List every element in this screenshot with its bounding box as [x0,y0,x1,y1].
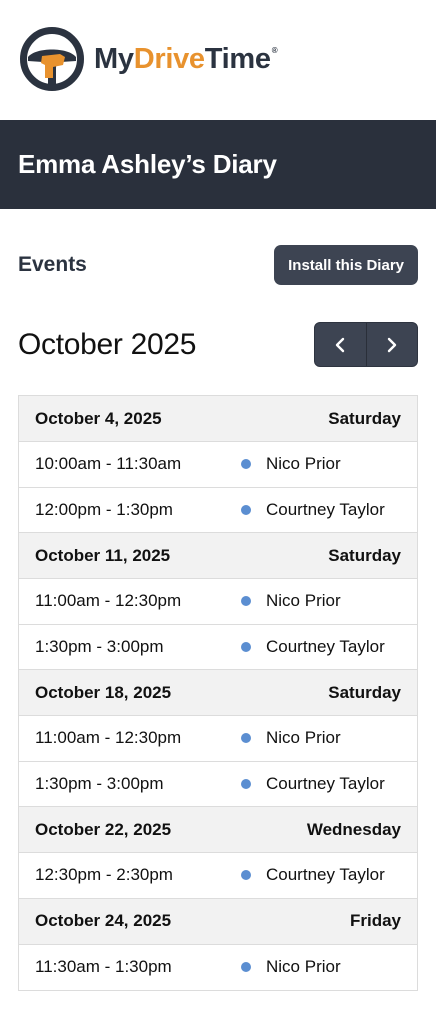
event-instructor: Nico Prior [266,591,341,611]
day-weekday: Saturday [328,682,401,702]
logo-bar: My Drive Time ® [0,0,436,120]
events-heading: Events [18,253,87,276]
day-header: October 24, 2025 Friday [19,898,417,945]
event-time: 11:00am - 12:30pm [35,728,182,748]
install-diary-button[interactable]: Install this Diary [274,245,418,285]
event-time: 12:00pm - 1:30pm [35,499,173,519]
prev-month-button[interactable] [315,323,366,366]
event-row[interactable]: 11:00am - 12:30pm Nico Prior [19,716,417,762]
month-nav-buttons [314,322,418,367]
event-time: 1:30pm - 3:00pm [35,636,164,656]
event-time: 11:30am - 1:30pm [35,957,172,977]
event-instructor: Courtney Taylor [266,636,385,656]
event-row[interactable]: 11:00am - 12:30pm Nico Prior [19,579,417,625]
event-row[interactable]: 1:30pm - 3:00pm Courtney Taylor [19,761,417,807]
registered-mark: ® [271,45,278,55]
event-row[interactable]: 1:30pm - 3:00pm Courtney Taylor [19,624,417,670]
day-date: October 18, 2025 [35,682,172,702]
chevron-right-icon [387,337,396,352]
day-date: October 24, 2025 [35,911,172,930]
day-date: October 4, 2025 [35,408,162,428]
event-time: 1:30pm - 3:00pm [35,773,164,793]
event-dot-icon [241,504,251,515]
event-time: 10:00am - 11:30am [35,454,182,474]
brand-name: My Drive Time ® [94,42,278,75]
day-header: October 18, 2025 Saturday [19,670,417,716]
event-time: 11:00am - 12:30pm [35,591,182,611]
day-header: October 22, 2025 Wednesday [19,807,417,853]
month-navigation: October 2025 [18,322,418,367]
day-weekday: Saturday [328,408,401,428]
month-title: October 2025 [18,327,197,361]
brand-name-my: My [94,42,134,75]
day-header: October 4, 2025 Saturday [19,396,417,442]
event-instructor: Nico Prior [266,957,341,977]
chevron-left-icon [336,337,345,352]
day-weekday: Wednesday [306,819,401,839]
event-row[interactable]: 12:30pm - 2:30pm Courtney Taylor [19,853,417,899]
diary-title-bar: Emma Ashley’s Diary [0,120,436,209]
next-month-button[interactable] [365,323,418,366]
event-dot-icon [241,459,251,470]
brand-name-drive: Drive [133,42,205,75]
event-instructor: Nico Prior [266,454,341,474]
event-instructor: Courtney Taylor [266,499,385,519]
brand-logo[interactable]: My Drive Time ® [20,27,278,91]
day-header: October 11, 2025 Saturday [19,533,417,579]
event-dot-icon [241,778,251,789]
event-instructor: Nico Prior [266,728,341,748]
day-date: October 22, 2025 [35,819,172,839]
event-time: 12:30pm - 2:30pm [35,865,173,885]
event-dot-icon [241,596,251,607]
event-instructor: Courtney Taylor [266,773,385,793]
steering-wheel-icon [20,27,84,91]
brand-name-time: Time [204,42,271,75]
event-row[interactable]: 10:00am - 11:30am Nico Prior [19,442,417,488]
event-dot-icon [241,870,251,881]
day-weekday: Friday [349,911,401,930]
event-row[interactable]: 12:00pm - 1:30pm Courtney Taylor [19,487,417,533]
event-dot-icon [241,641,251,652]
event-instructor: Courtney Taylor [266,865,385,885]
events-list: October 4, 2025 Saturday 10:00am - 11:30… [18,395,418,991]
page-title: Emma Ashley’s Diary [18,149,277,179]
day-date: October 11, 2025 [35,545,171,565]
event-dot-icon [241,962,251,973]
event-row[interactable]: 11:30am - 1:30pm Nico Prior [19,944,417,990]
day-weekday: Saturday [328,545,401,565]
events-toolbar: Events Install this Diary [18,245,418,285]
event-dot-icon [241,733,251,744]
